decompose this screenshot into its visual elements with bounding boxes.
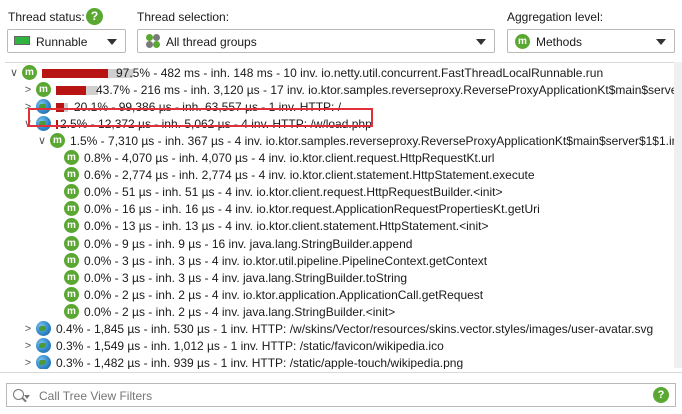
search-icon[interactable] [13,389,24,400]
tree-row-label: 0.4% - 1,845 µs - inh. 530 µs - 1 inv. H… [56,321,654,336]
leaf-spacer [50,168,62,182]
collapse-chevron-icon[interactable]: ∨ [8,66,20,80]
help-icon[interactable]: ? [86,8,103,25]
tree-row[interactable]: m 0.0% - 3 µs - inh. 3 µs - 4 inv. io.kto… [5,252,674,270]
tree-row-label: 0.0% - 3 µs - inh. 3 µs - 4 inv. io.ktor… [84,253,488,268]
leaf-spacer [50,219,62,233]
tree-row[interactable]: m 0.0% - 13 µs - inh. 13 µs - 4 inv. io.k… [5,218,674,235]
thread-status-value: Runnable [36,35,88,49]
method-icon: m [64,303,79,319]
expand-chevron-icon[interactable]: > [22,322,34,336]
method-icon: m [64,201,79,217]
tree-row-label: 0.0% - 16 µs - inh. 16 µs - 4 inv. io.kt… [84,202,540,217]
chevron-down-icon [476,39,486,45]
tree-row[interactable]: m 0.0% - 3 µs - inh. 3 µs - 4 inv. java.l… [5,269,674,287]
method-icon: m [64,184,79,200]
tree-row[interactable]: ∨ m 1.5% - 7,310 µs - inh. 367 µs - 4 inv.… [5,133,674,150]
expand-chevron-icon[interactable]: > [22,356,34,369]
help-icon[interactable]: ? [653,387,669,403]
leaf-spacer [50,254,62,268]
tree-row-label: 0.8% - 4,070 µs - inh. 4,070 µs - 4 inv.… [84,151,495,166]
tree-row-label: 0.0% - 9 µs - inh. 9 µs - 16 inv. java.l… [84,236,413,251]
toolbar: Thread status: ? Runnable Thread selecti… [0,0,682,62]
method-icon: m [50,133,65,149]
thread-selection-dropdown[interactable]: All thread groups [137,29,495,53]
thread-status-dropdown[interactable]: Runnable [7,29,126,53]
leaf-spacer [50,305,62,319]
method-icon: m [64,235,79,251]
expand-chevron-icon[interactable]: > [22,83,34,97]
globe-icon [36,320,51,336]
filter-bar: ? [0,372,682,414]
tree-row-label: 97.5% - 482 ms - inh. 148 ms - 10 inv. i… [116,66,604,80]
leaf-spacer [50,237,62,251]
method-icon: m [64,286,79,302]
time-bar [56,86,98,96]
tree-row-label: 0.3% - 1,549 µs - inh. 1,012 µs - 1 inv.… [56,338,444,353]
collapse-chevron-icon[interactable]: ∨ [36,134,48,148]
thread-status-label: Thread status: [8,10,85,24]
leaf-spacer [50,185,62,199]
method-icon: m [64,252,79,268]
leaf-spacer [50,288,62,302]
method-icon: m [64,218,79,234]
tree-row[interactable]: ∨ m 97.5% - 482 ms - inh. 148 ms - 10 inv.… [5,65,674,82]
globe-icon [36,337,51,353]
tree-row[interactable]: >0.4% - 1,845 µs - inh. 530 µs - 1 inv. … [5,320,674,338]
tree-row[interactable]: m 0.8% - 4,070 µs - inh. 4,070 µs - 4 inv… [5,150,674,167]
tree-row-label: 0.0% - 13 µs - inh. 13 µs - 4 inv. io.kt… [84,219,489,234]
tree-row[interactable]: m 0.0% - 2 µs - inh. 2 µs - 4 inv. io.kto… [5,286,674,304]
vertical-scrollbar[interactable] [674,62,682,368]
time-bar [42,69,133,78]
method-icon: m [64,150,79,166]
method-icon: m [22,65,37,80]
thread-selection-label: Thread selection: [137,10,230,24]
thread-selection-value: All thread groups [166,35,257,49]
tree-row-label: 0.3% - 1,482 µs - inh. 939 µs - 1 inv. H… [56,355,464,369]
method-icon: m [36,82,51,98]
tree-row[interactable]: m 0.0% - 16 µs - inh. 16 µs - 4 inv. io.k… [5,201,674,218]
chevron-down-icon [107,39,117,45]
tree-row[interactable]: >0.3% - 1,482 µs - inh. 939 µs - 1 inv. … [5,354,674,369]
method-icon: m [515,34,530,49]
leaf-spacer [50,271,62,285]
tree-row[interactable]: m 0.0% - 2 µs - inh. 2 µs - 4 inv. java.l… [5,303,674,321]
aggregation-level-value: Methods [536,35,583,49]
tree-row-label: 1.5% - 7,310 µs - inh. 367 µs - 4 inv. i… [70,134,674,149]
leaf-spacer [50,151,62,165]
expand-chevron-icon[interactable]: > [22,339,34,353]
aggregation-level-dropdown[interactable]: m Methods [507,29,675,53]
tree-row-label: 43.7% - 216 ms - inh. 3,120 µs - 17 inv.… [96,83,674,98]
highlight-box [28,108,373,127]
chevron-down-icon [656,39,666,45]
method-icon: m [64,167,79,183]
call-tree-filter-input[interactable] [37,386,641,406]
tree-row-label: 0.0% - 3 µs - inh. 3 µs - 4 inv. java.la… [84,270,408,285]
tree-row[interactable]: > m 43.7% - 216 ms - inh. 3,120 µs - 17 in… [5,82,674,99]
thread-groups-icon [146,34,160,48]
tree-row[interactable]: m 0.6% - 2,774 µs - inh. 2,774 µs - 4 inv… [5,167,674,184]
filter-box[interactable]: ? [6,383,676,407]
leaf-spacer [50,202,62,216]
tree-row[interactable]: m 0.0% - 9 µs - inh. 9 µs - 16 inv. java.… [5,235,674,253]
tree-row-label: 0.0% - 2 µs - inh. 2 µs - 4 inv. java.la… [84,304,396,319]
tree-row-label: 0.0% - 51 µs - inh. 51 µs - 4 inv. io.kt… [84,185,503,200]
runnable-state-icon [14,36,30,45]
aggregation-level-label: Aggregation level: [507,10,604,24]
tree-row-label: 0.6% - 2,774 µs - inh. 2,774 µs - 4 inv.… [84,168,535,183]
chevron-down-icon[interactable] [24,395,30,399]
tree-row[interactable]: m 0.0% - 51 µs - inh. 51 µs - 4 inv. io.k… [5,184,674,201]
method-icon: m [64,269,79,285]
globe-icon [36,354,51,369]
tree-row[interactable]: >0.3% - 1,549 µs - inh. 1,012 µs - 1 inv… [5,337,674,355]
tree-row-label: 0.0% - 2 µs - inh. 2 µs - 4 inv. io.ktor… [84,287,484,302]
